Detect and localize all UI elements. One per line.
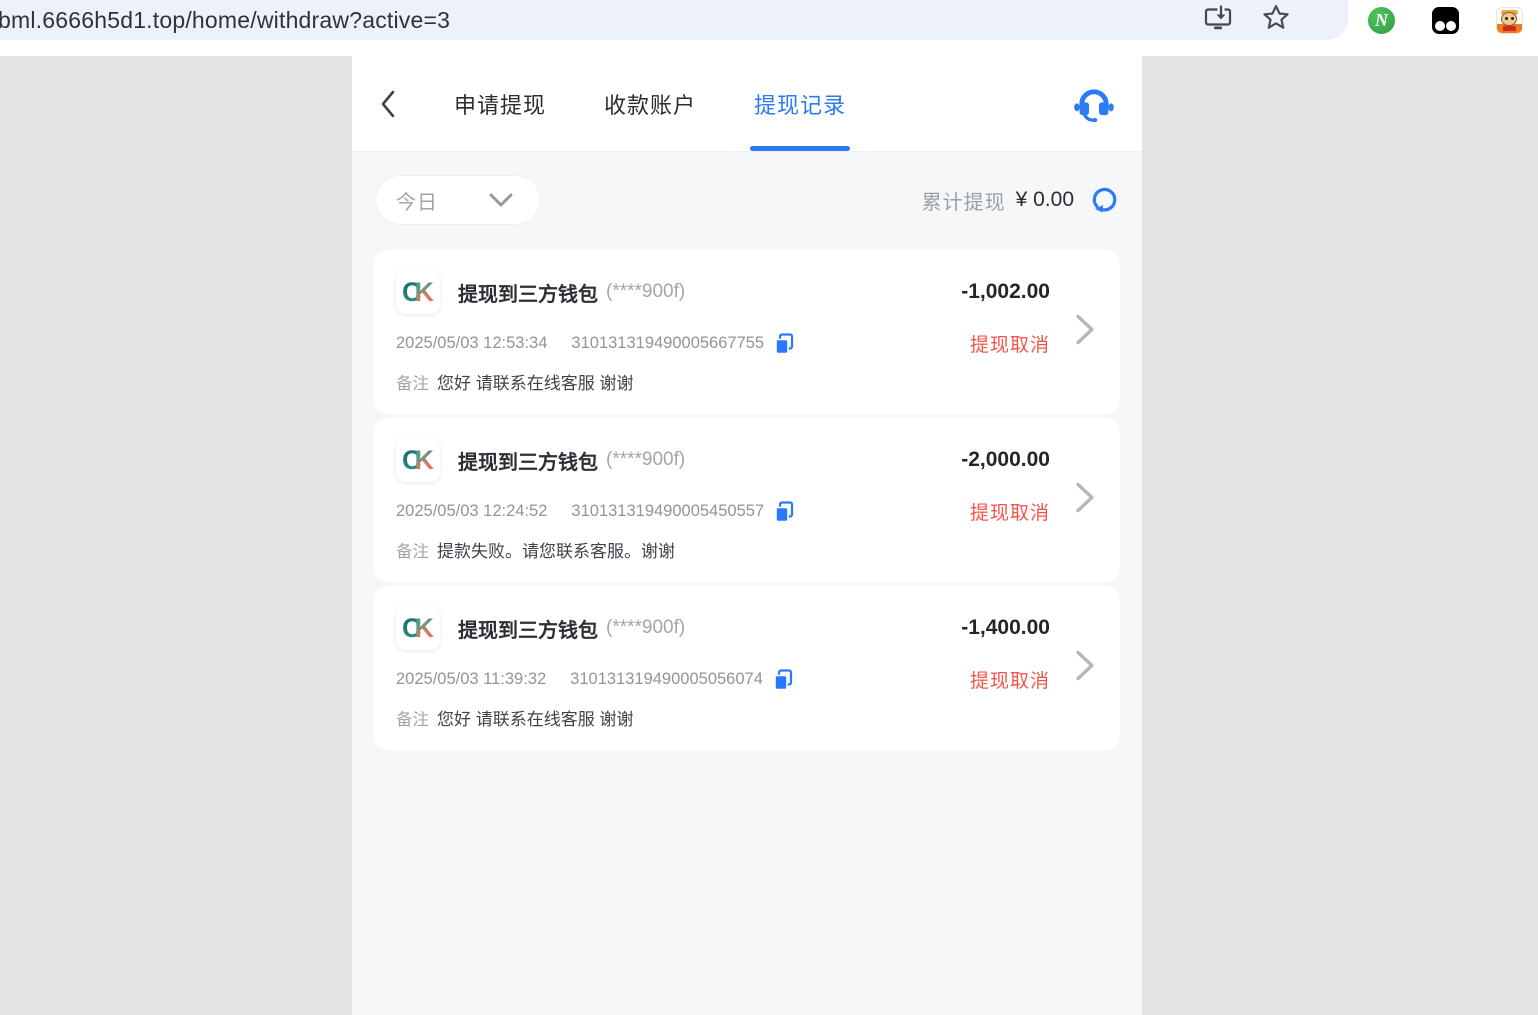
url-text[interactable]: bml.6666h5d1.top/home/withdraw?active=3 xyxy=(0,7,450,34)
record-datetime: 2025/05/03 12:24:52 xyxy=(396,502,547,521)
total-withdraw-summary: 累计提现 ¥ 0.00 xyxy=(922,185,1120,215)
record-title: 提现到三方钱包 xyxy=(458,614,598,643)
remark-text: 您好 请联系在线客服 谢谢 xyxy=(437,369,633,394)
page-background: 申请提现 收款账户 提现记录 xyxy=(0,56,1538,1015)
record-account: (****900f) xyxy=(606,281,685,303)
withdraw-app: 申请提现 收款账户 提现记录 xyxy=(352,56,1142,1015)
customer-service-button[interactable] xyxy=(1074,86,1114,122)
refresh-button[interactable] xyxy=(1090,185,1120,215)
record-order-id: 310131319490005056074 xyxy=(570,670,763,689)
tab-apply-withdraw[interactable]: 申请提现 xyxy=(454,56,546,151)
remark-label: 备注 xyxy=(396,370,429,394)
bookmark-star-icon[interactable] xyxy=(1262,4,1290,36)
record-title: 提现到三方钱包 xyxy=(458,446,598,475)
ck-wallet-logo: CK xyxy=(396,606,440,650)
chevron-down-icon xyxy=(488,192,514,208)
remark-label: 备注 xyxy=(396,538,429,562)
save-to-device-icon[interactable] xyxy=(1204,5,1232,36)
total-withdraw-label: 累计提现 xyxy=(922,186,1006,215)
address-bar[interactable]: bml.6666h5d1.top/home/withdraw?active=3 xyxy=(0,0,1348,40)
remark-label: 备注 xyxy=(396,706,429,730)
copy-order-id-button[interactable] xyxy=(774,501,794,523)
record-status: 提现取消 xyxy=(970,330,1050,357)
withdraw-record-card[interactable]: CK 提现到三方钱包 (****900f) -2,000.00 2025/05/… xyxy=(374,418,1120,582)
ck-wallet-logo: CK xyxy=(396,270,440,314)
record-status: 提现取消 xyxy=(970,498,1050,525)
tab-withdraw-records[interactable]: 提现记录 xyxy=(754,56,846,151)
record-datetime: 2025/05/03 11:39:32 xyxy=(396,670,546,689)
tab-label: 收款账户 xyxy=(604,88,696,120)
withdraw-record-card[interactable]: CK 提现到三方钱包 (****900f) -1,400.00 2025/05/… xyxy=(374,586,1120,750)
tab-label: 提现记录 xyxy=(754,88,846,120)
record-order-id: 310131319490005667755 xyxy=(571,334,764,353)
active-tab-underline xyxy=(750,146,850,151)
chevron-right-icon[interactable] xyxy=(1074,481,1096,520)
record-status: 提现取消 xyxy=(970,666,1050,693)
headset-icon xyxy=(1074,86,1114,122)
record-title: 提现到三方钱包 xyxy=(458,278,598,307)
record-datetime: 2025/05/03 12:53:34 xyxy=(396,334,547,353)
copy-order-id-button[interactable] xyxy=(774,333,794,355)
copy-icon xyxy=(773,669,793,691)
copy-order-id-button[interactable] xyxy=(773,669,793,691)
app-header: 申请提现 收款账户 提现记录 xyxy=(352,56,1142,152)
record-amount: -1,002.00 xyxy=(961,280,1050,304)
copy-icon xyxy=(774,333,794,355)
browser-toolbar: bml.6666h5d1.top/home/withdraw?active=3 … xyxy=(0,0,1538,56)
record-account: (****900f) xyxy=(606,449,685,471)
withdraw-record-card[interactable]: CK 提现到三方钱包 (****900f) -1,002.00 2025/05/… xyxy=(374,250,1120,414)
period-filter-dropdown[interactable]: 今日 xyxy=(376,176,540,224)
total-withdraw-amount: ¥ 0.00 xyxy=(1016,188,1074,212)
refresh-icon xyxy=(1090,185,1120,215)
extension-monkey-icon[interactable] xyxy=(1496,7,1523,34)
remark-text: 提款失败。请您联系客服。谢谢 xyxy=(437,537,675,562)
record-order-id: 310131319490005450557 xyxy=(571,502,764,521)
period-filter-value: 今日 xyxy=(396,186,438,215)
chevron-right-icon[interactable] xyxy=(1074,313,1096,352)
tab-label: 申请提现 xyxy=(454,88,546,120)
tab-bar: 申请提现 收款账户 提现记录 xyxy=(454,56,846,151)
chevron-right-icon[interactable] xyxy=(1074,649,1096,688)
filter-row: 今日 累计提现 ¥ 0.00 xyxy=(376,176,1120,224)
copy-icon xyxy=(774,501,794,523)
extension-dark-dots-icon[interactable] xyxy=(1432,7,1459,34)
record-amount: -2,000.00 xyxy=(961,448,1050,472)
withdraw-record-list: CK 提现到三方钱包 (****900f) -1,002.00 2025/05/… xyxy=(374,250,1120,750)
record-account: (****900f) xyxy=(606,617,685,639)
tab-payee-account[interactable]: 收款账户 xyxy=(604,56,696,151)
record-amount: -1,400.00 xyxy=(961,616,1050,640)
ck-wallet-logo: CK xyxy=(396,438,440,482)
back-button[interactable] xyxy=(378,84,406,124)
remark-text: 您好 请联系在线客服 谢谢 xyxy=(437,705,633,730)
extension-n-icon[interactable]: N xyxy=(1368,7,1395,34)
